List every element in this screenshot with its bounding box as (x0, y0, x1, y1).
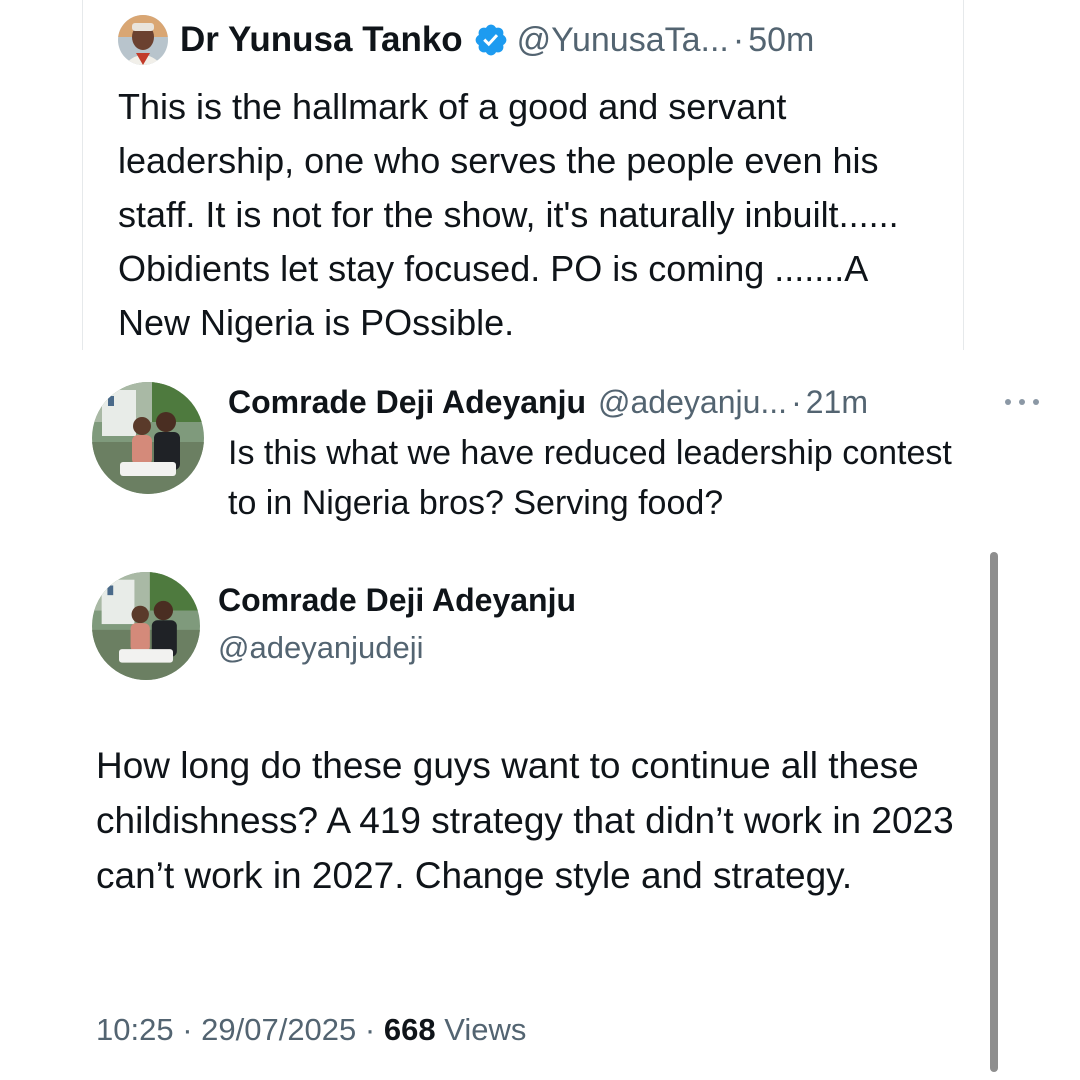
quoted-tweet-header: Dr Yunusa Tanko @YunusaTa... · 50m (118, 12, 814, 68)
reply-author-avatar[interactable] (92, 382, 204, 494)
views-label: Views (444, 1012, 527, 1047)
reply-author-name[interactable]: Comrade Deji Adeyanju (228, 384, 586, 421)
tweet-meta: 10:25 · 29/07/2025 · 668 Views (96, 1012, 526, 1048)
reply-author-handle[interactable]: @adeyanju... (598, 384, 787, 421)
quoted-timestamp[interactable]: 50m (748, 21, 814, 60)
main-author-handle[interactable]: @adeyanjudeji (218, 630, 424, 666)
more-horizontal-icon[interactable] (1000, 392, 1044, 412)
quoted-author-name[interactable]: Dr Yunusa Tanko (180, 20, 463, 60)
reply-tweet-header: Comrade Deji Adeyanju @adeyanju... · 21m (228, 378, 868, 426)
tweet-screenshot: Dr Yunusa Tanko @YunusaTa... · 50m This … (0, 0, 1080, 1080)
scrollbar-thumb[interactable] (990, 552, 998, 1072)
reply-separator: · (791, 383, 802, 420)
quoted-separator: · (732, 20, 745, 59)
main-author-avatar[interactable] (92, 572, 200, 680)
views-count: 668 (383, 1012, 436, 1047)
quoted-tweet-text: This is the hallmark of a good and serva… (118, 86, 899, 343)
quoted-author-handle[interactable]: @YunusaTa... (517, 21, 729, 60)
quoted-author-avatar[interactable] (118, 15, 168, 65)
reply-timestamp[interactable]: 21m (806, 384, 868, 421)
verified-badge-icon (475, 24, 507, 56)
reply-tweet-text: Is this what we have reduced leadership … (228, 434, 952, 522)
main-author-name[interactable]: Comrade Deji Adeyanju (218, 582, 576, 619)
main-tweet-text: How long do these guys want to continue … (96, 745, 954, 896)
tweet-timestamp[interactable]: 10:25 · 29/07/2025 · (96, 1012, 375, 1047)
